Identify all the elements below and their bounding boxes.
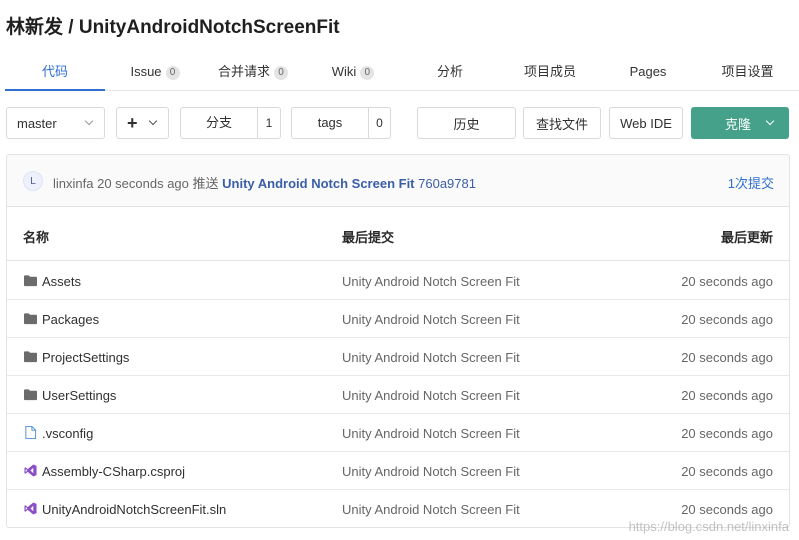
table-header: 名称 最后提交 最后更新 [7,207,789,261]
commit-author[interactable]: linxinfa [53,176,93,191]
repo-owner[interactable]: 林新发 [6,17,63,38]
add-button[interactable]: + [116,107,169,139]
repository-file-panel: L linxinfa 20 seconds ago 推送 Unity Andro… [6,154,790,528]
row-commit-link[interactable]: Unity Android Notch Screen Fit [342,388,520,403]
row-commit-link[interactable]: Unity Android Notch Screen Fit [342,464,520,479]
tags-button[interactable]: tags 0 [291,107,391,139]
file-name-link[interactable]: Assets [42,274,81,289]
header-last-update: 最后更新 [720,230,773,245]
table-row[interactable]: Assets Unity Android Notch Screen Fit 20… [7,262,789,300]
tab-analytics[interactable]: 分析 [420,58,480,90]
row-updated: 20 seconds ago [681,274,773,289]
commit-message-link[interactable]: Unity Android Notch Screen Fit [222,176,414,191]
file-name-link[interactable]: Packages [42,312,99,327]
row-updated: 20 seconds ago [681,350,773,365]
row-commit-link[interactable]: Unity Android Notch Screen Fit [342,350,520,365]
visual-studio-icon [24,502,37,515]
table-row[interactable]: Packages Unity Android Notch Screen Fit … [7,300,789,338]
find-file-button[interactable]: 查找文件 [523,107,601,139]
file-name-link[interactable]: Assembly-CSharp.csproj [42,464,185,479]
repo-name[interactable]: UnityAndroidNotchScreenFit [79,17,340,38]
chevron-down-icon [148,116,158,126]
row-commit-link[interactable]: Unity Android Notch Screen Fit [342,312,520,327]
row-updated: 20 seconds ago [681,312,773,327]
tab-merge-requests[interactable]: 合并请求 0 [208,58,298,90]
folder-icon [24,275,37,287]
tab-code[interactable]: 代码 [5,58,105,91]
commit-action: 推送 [192,176,219,191]
commit-time: 20 seconds ago [97,176,189,191]
table-row[interactable]: .vsconfig Unity Android Notch Screen Fit… [7,414,789,452]
branches-count: 1 [265,116,273,130]
folder-icon [24,351,37,363]
project-tabs: 代码 Issue 0 合并请求 0 Wiki 0 分析 项目成员 Pages 项目设置 [5,58,799,91]
clone-button[interactable]: 克隆 [691,107,789,139]
tab-members[interactable]: 项目成员 [510,58,590,90]
tags-count: 0 [376,116,383,130]
file-icon [25,426,37,439]
avatar[interactable]: L [23,171,43,191]
page-title: 林新发 / UnityAndroidNotchScreenFit [6,17,340,38]
row-updated: 20 seconds ago [681,464,773,479]
row-updated: 20 seconds ago [681,426,773,441]
folder-icon [24,389,37,401]
merge-request-count-badge: 0 [274,66,288,80]
header-name: 名称 [23,230,50,245]
plus-icon: + [127,112,138,133]
commit-count-link[interactable]: 1次提交 [728,173,774,192]
issue-count-badge: 0 [165,66,180,80]
history-button[interactable]: 历史 [417,107,516,139]
last-commit-bar: L linxinfa 20 seconds ago 推送 Unity Andro… [7,155,789,207]
web-ide-button[interactable]: Web IDE [609,107,683,139]
row-commit-link[interactable]: Unity Android Notch Screen Fit [342,502,520,517]
tab-wiki[interactable]: Wiki 0 [318,58,388,90]
row-commit-link[interactable]: Unity Android Notch Screen Fit [342,426,520,441]
file-name-link[interactable]: UserSettings [42,388,116,403]
commit-summary: linxinfa 20 seconds ago 推送 Unity Android… [53,173,476,192]
tab-pages[interactable]: Pages [620,58,676,90]
table-row[interactable]: Assembly-CSharp.csproj Unity Android Not… [7,452,789,490]
watermark: https://blog.csdn.net/linxinfa [628,519,789,534]
chevron-down-icon [765,116,775,126]
chevron-down-icon [84,116,94,126]
folder-icon [24,313,37,325]
wiki-count-badge: 0 [360,66,375,80]
file-name-link[interactable]: ProjectSettings [42,350,129,365]
branches-button[interactable]: 分支 1 [180,107,281,139]
tab-settings[interactable]: 项目设置 [710,58,785,90]
header-last-commit: 最后提交 [342,230,395,245]
row-commit-link[interactable]: Unity Android Notch Screen Fit [342,274,520,289]
row-updated: 20 seconds ago [681,388,773,403]
file-name-link[interactable]: .vsconfig [42,426,93,441]
visual-studio-icon [24,464,37,477]
table-row[interactable]: ProjectSettings Unity Android Notch Scre… [7,338,789,376]
commit-sha-link[interactable]: 760a9781 [418,176,476,191]
file-name-link[interactable]: UnityAndroidNotchScreenFit.sln [42,502,226,517]
branch-select[interactable]: master [6,107,105,139]
row-updated: 20 seconds ago [681,502,773,517]
tab-issue[interactable]: Issue 0 [115,58,195,90]
table-row[interactable]: UserSettings Unity Android Notch Screen … [7,376,789,414]
